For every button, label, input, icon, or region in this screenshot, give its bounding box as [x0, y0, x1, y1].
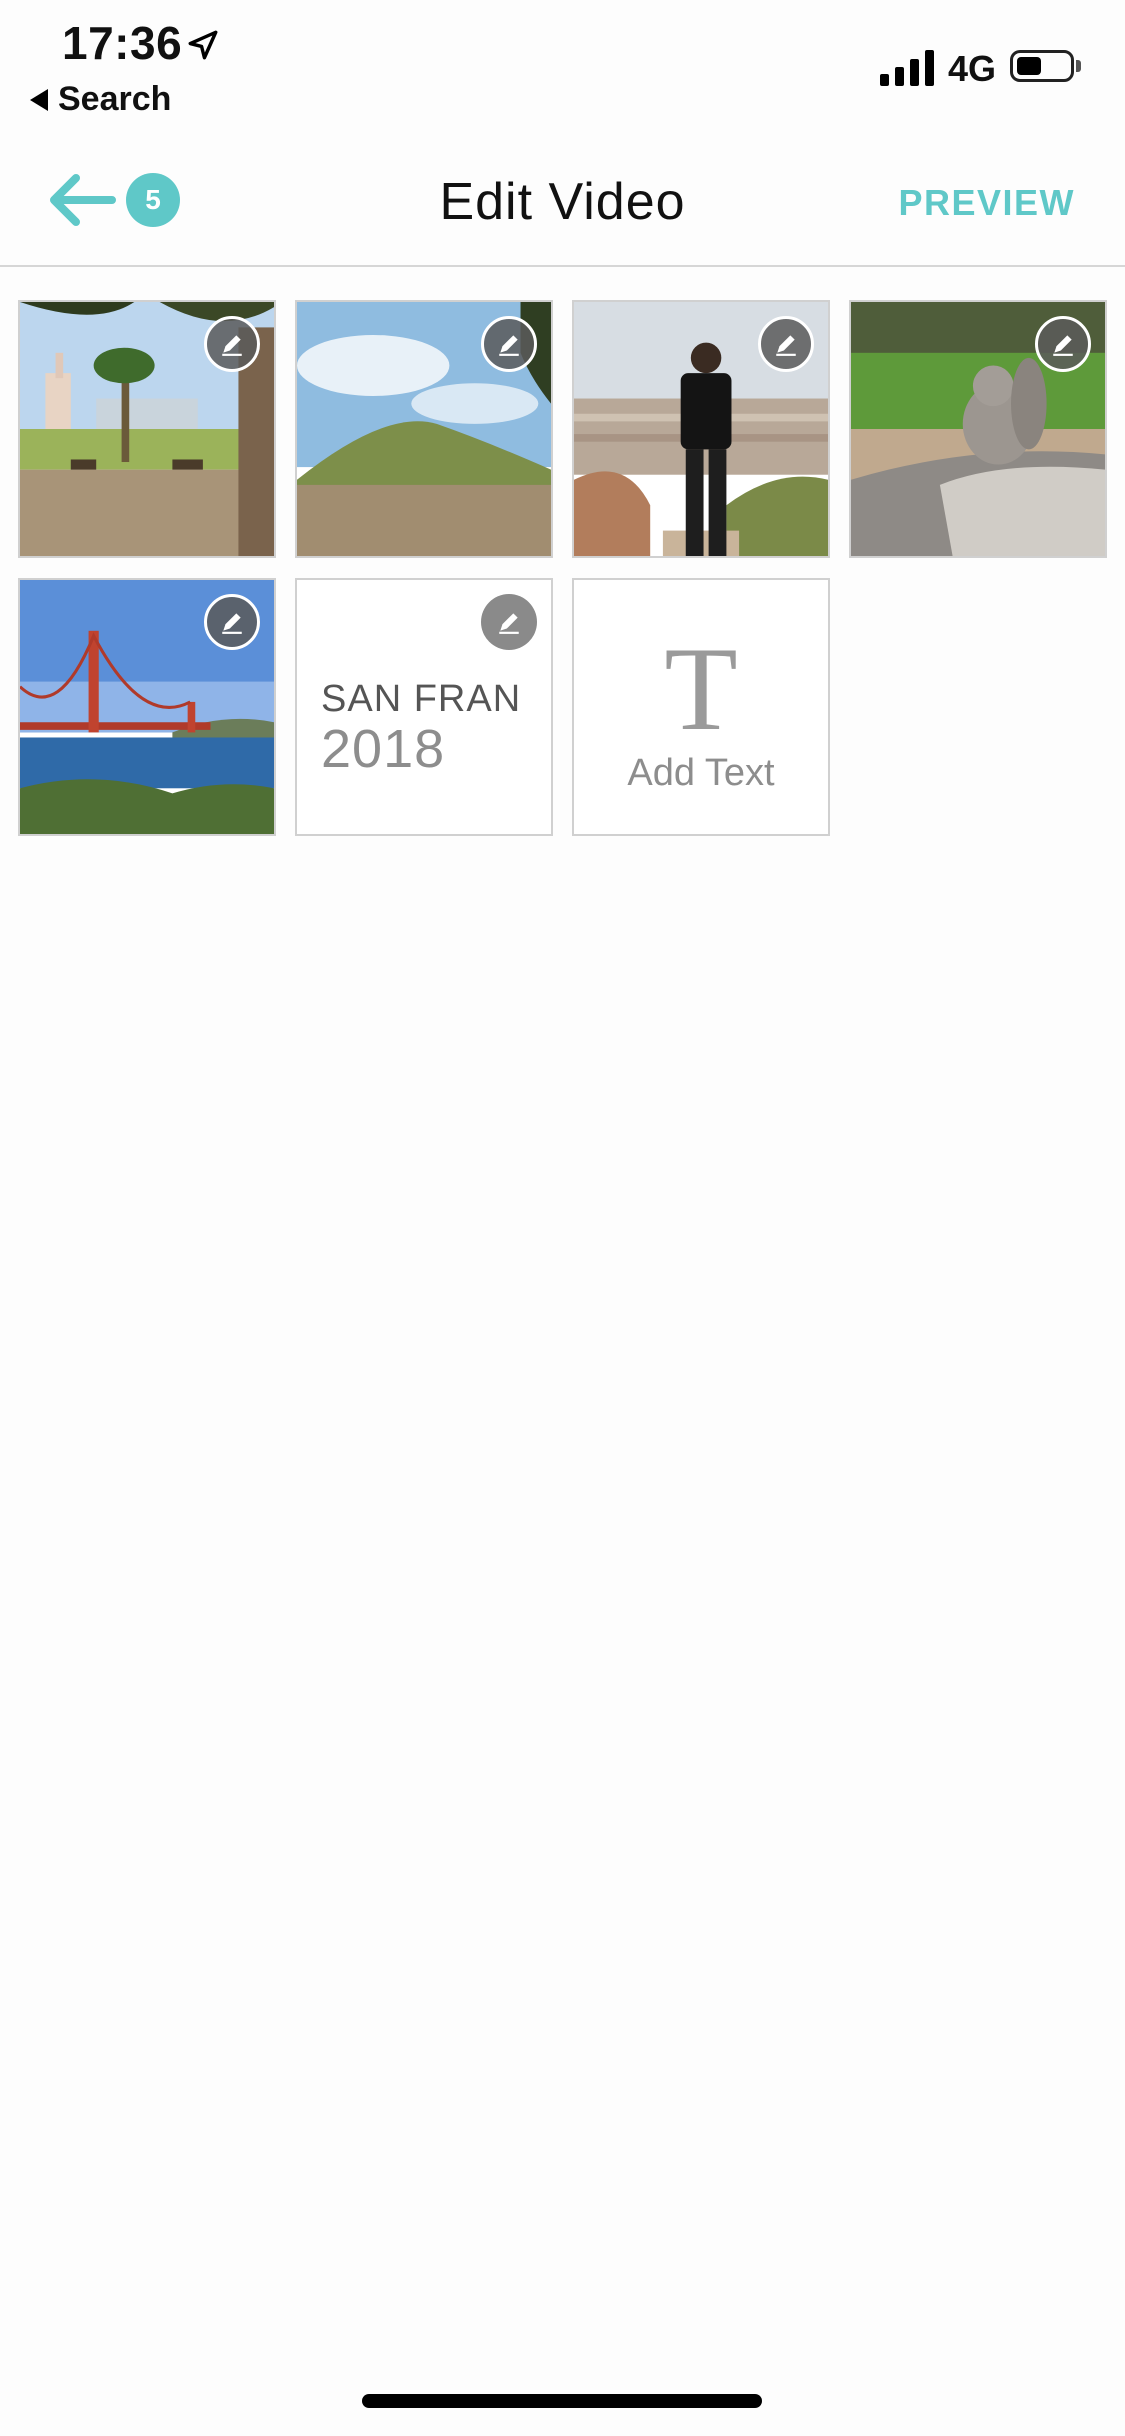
status-time: 17:36 [62, 17, 183, 69]
photo-tile-park[interactable] [18, 300, 276, 558]
title-card-line1: SAN FRAN [321, 678, 522, 720]
preview-button[interactable]: PREVIEW [898, 182, 1075, 224]
back-to-search-label: Search [58, 80, 172, 118]
pencil-icon [1053, 335, 1073, 356]
location-arrow-icon [188, 30, 218, 60]
text-t-icon: T [664, 622, 738, 755]
photo-tile-bridge[interactable] [18, 578, 276, 836]
home-indicator[interactable] [362, 2394, 762, 2408]
network-type: 4G [948, 48, 997, 89]
edit-clip-button[interactable] [758, 316, 814, 372]
pencil-icon [499, 335, 519, 356]
clip-grid: SAN FRAN 2018 T Add Text [18, 300, 1108, 836]
edit-clip-button[interactable] [481, 594, 537, 650]
edit-clip-button[interactable] [204, 316, 260, 372]
add-text-label: Add Text [627, 752, 775, 794]
pencil-icon [776, 335, 796, 356]
title-card-tile[interactable]: SAN FRAN 2018 [295, 578, 553, 836]
back-triangle-icon [30, 88, 48, 111]
pencil-icon [222, 613, 242, 634]
status-bar: 17:36 Search 4G [0, 0, 1125, 130]
edit-clip-button[interactable] [481, 316, 537, 372]
nav-bar: 5 Edit Video PREVIEW [0, 130, 1125, 267]
photo-tile-city[interactable] [572, 300, 830, 558]
edit-clip-button[interactable] [1035, 316, 1091, 372]
battery-icon [1010, 50, 1074, 82]
battery-cap [1076, 60, 1081, 72]
cellular-signal-icon [880, 50, 934, 86]
edit-clip-button[interactable] [204, 594, 260, 650]
title-card-line2: 2018 [321, 719, 446, 779]
photo-tile-hill[interactable] [295, 300, 553, 558]
pencil-icon [222, 335, 242, 356]
back-to-search[interactable]: Search [30, 80, 171, 119]
pencil-icon [499, 613, 519, 634]
photo-tile-squirrel[interactable] [849, 300, 1107, 558]
add-text-tile[interactable]: T Add Text [572, 578, 830, 836]
